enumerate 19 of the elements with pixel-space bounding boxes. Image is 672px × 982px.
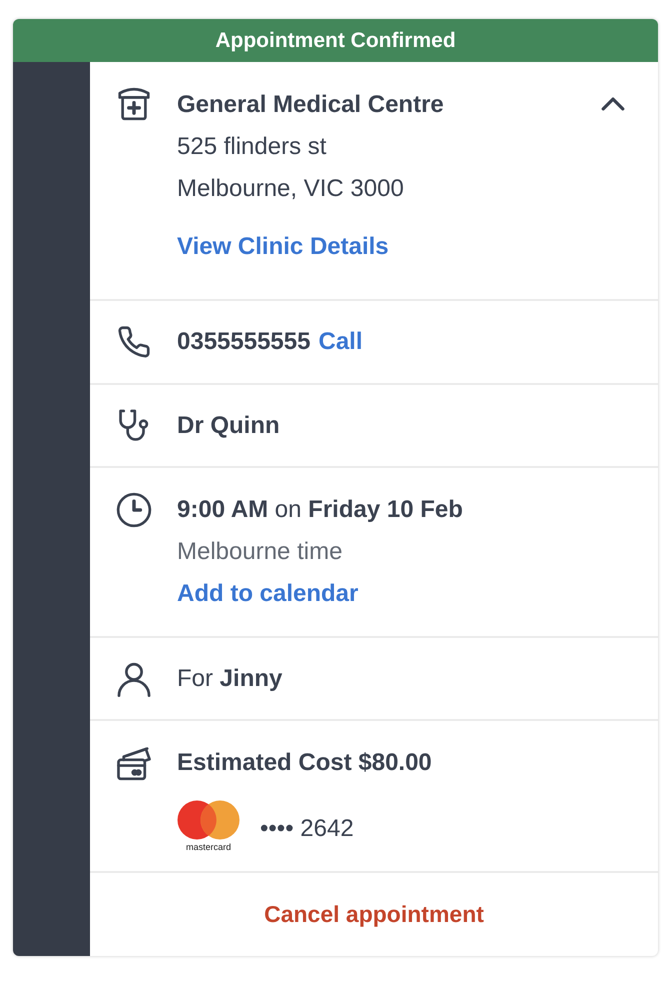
card-number: •••• 2642 <box>260 814 354 844</box>
estimated-cost: Estimated Cost $80.00 <box>177 748 432 778</box>
phone-number: 0355555555 <box>177 327 310 357</box>
timezone-label: Melbourne time <box>177 537 342 567</box>
cancel-appointment-button[interactable]: Cancel appointment <box>260 893 488 936</box>
address-line: Melbourne, VIC 3000 <box>177 174 404 204</box>
patient-label: For Jinny <box>177 664 282 694</box>
status-banner: Appointment Confirmed <box>13 19 658 62</box>
clock-icon <box>115 491 153 529</box>
card-brand-label: mastercard <box>186 842 231 852</box>
card-brand-icon <box>177 800 240 840</box>
clinic-details-link[interactable]: View Clinic Details <box>177 226 389 268</box>
address-line: 525 flinders st <box>177 132 326 162</box>
doctor-name: Dr Quinn <box>177 410 280 440</box>
add-to-calendar-link[interactable]: Add to calendar <box>177 573 358 615</box>
appointment-time: 9:00 AM on Friday 10 Feb <box>177 495 463 525</box>
credit-cards-icon <box>115 744 153 782</box>
call-link[interactable]: Call <box>318 321 362 363</box>
clinic-name: General Medical Centre <box>177 90 444 120</box>
